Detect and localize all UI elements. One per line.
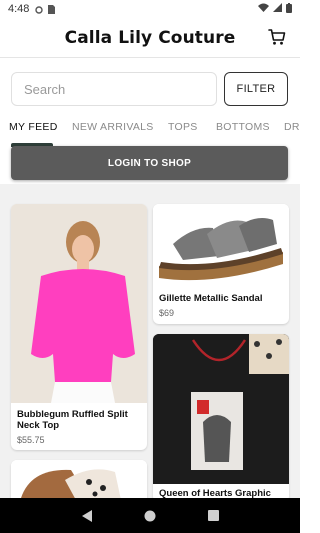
status-time: 4:48 (8, 3, 30, 15)
product-name: Queen of Hearts Graphic (159, 488, 271, 498)
product-name: Gillette Metallic Sandal (159, 293, 263, 304)
product-card[interactable] (11, 460, 147, 498)
product-card[interactable]: Queen of Hearts Graphic (153, 334, 289, 498)
search-placeholder: Search (24, 81, 66, 97)
product-card[interactable]: Bubblegum Ruffled Split Neck Top $55.75 (11, 204, 147, 450)
product-card[interactable]: Gillette Metallic Sandal $69 (153, 204, 289, 324)
product-name: Bubblegum Ruffled Split Neck Top (17, 409, 128, 431)
status-bar: 4:48 (0, 0, 300, 18)
product-price: $55.75 (17, 435, 45, 445)
recents-icon[interactable] (206, 509, 220, 523)
wifi-icon (258, 3, 269, 15)
tab-tops[interactable]: TOPS (168, 121, 198, 133)
sim-icon (47, 5, 56, 14)
product-feed[interactable]: Bubblegum Ruffled Split Neck Top $55.75 … (0, 184, 300, 498)
search-row: Search FILTER (0, 60, 300, 116)
cart-icon[interactable] (268, 28, 286, 46)
home-icon[interactable] (143, 509, 157, 523)
system-nav-bar (0, 498, 300, 533)
tab-my-feed[interactable]: MY FEED (9, 121, 58, 133)
settings-icon (35, 5, 44, 14)
filter-button[interactable]: FILTER (224, 72, 288, 106)
tab-dresses[interactable]: DRE (284, 121, 300, 133)
tab-new-arrivals[interactable]: NEW ARRIVALS (72, 121, 154, 133)
product-image (11, 204, 147, 403)
product-image (153, 334, 289, 484)
login-to-shop-button[interactable]: LOGIN TO SHOP (11, 146, 288, 180)
search-input[interactable]: Search (11, 72, 217, 106)
category-tabs: MY FEED NEW ARRIVALS TOPS BOTTOMS DRE (0, 116, 300, 142)
tab-bottoms[interactable]: BOTTOMS (216, 121, 270, 133)
signal-icon (273, 3, 282, 15)
product-price: $69 (159, 308, 175, 318)
back-icon[interactable] (80, 509, 94, 523)
app-header: Calla Lily Couture (0, 18, 300, 58)
battery-icon (286, 2, 292, 16)
app-title: Calla Lily Couture (64, 27, 236, 48)
product-image (11, 460, 147, 498)
product-image (153, 204, 289, 288)
